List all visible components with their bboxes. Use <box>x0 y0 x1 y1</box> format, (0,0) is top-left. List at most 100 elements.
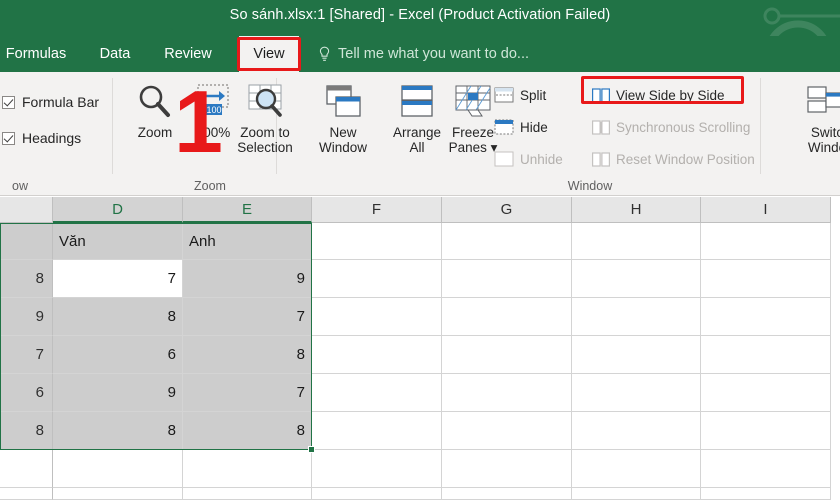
synchronous-scrolling-icon <box>592 119 610 135</box>
grid-cell-E[interactable]: Anh <box>183 223 312 260</box>
column-header-F[interactable]: F <box>312 197 442 223</box>
tab-review[interactable]: Review <box>156 36 220 72</box>
grid-cell[interactable] <box>442 450 572 488</box>
grid-cell[interactable] <box>312 260 442 298</box>
column-header-G[interactable]: G <box>442 197 572 223</box>
tab-view[interactable]: View <box>239 36 299 72</box>
switch-windows-icon <box>806 80 840 122</box>
zoom-to-selection-button-label-1: Zoom to <box>240 125 290 140</box>
grid-cell-D[interactable]: 8 <box>53 412 183 450</box>
checkbox-headings-box[interactable] <box>2 131 15 145</box>
checkbox-formula-bar-box[interactable] <box>2 95 15 109</box>
synchronous-scrolling-button[interactable]: Synchronous Scrolling <box>592 116 750 138</box>
grid-cell[interactable] <box>572 260 701 298</box>
grid-cell[interactable] <box>572 374 701 412</box>
grid-cell-E[interactable]: 9 <box>183 260 312 298</box>
group-label-zoom: Zoom <box>194 179 226 193</box>
title-bar: So sánh.xlsx:1 [Shared] - Excel (Product… <box>0 0 840 36</box>
split-button[interactable]: Split <box>494 84 546 106</box>
grid-cell[interactable] <box>701 336 831 374</box>
grid-cell[interactable] <box>572 223 701 260</box>
grid-cell[interactable] <box>442 298 572 336</box>
grid-cell-D[interactable]: 9 <box>53 374 183 412</box>
freeze-panes-icon <box>451 80 495 122</box>
view-side-by-side-button[interactable]: View Side by Side <box>592 84 725 106</box>
column-header-label: E <box>241 200 252 218</box>
row-header[interactable]: 6 <box>0 374 53 412</box>
row-header[interactable] <box>0 450 53 488</box>
grid-cell[interactable] <box>572 336 701 374</box>
grid-cell[interactable] <box>572 488 701 500</box>
grid-cell[interactable] <box>701 260 831 298</box>
grid-cell[interactable] <box>442 412 572 450</box>
grid-cell[interactable] <box>701 488 831 500</box>
row-header[interactable]: 8 <box>0 260 53 298</box>
row-header[interactable] <box>0 223 53 260</box>
tab-formulas[interactable]: Formulas <box>0 36 72 72</box>
grid-cell[interactable] <box>442 336 572 374</box>
excel-window: So sánh.xlsx:1 [Shared] - Excel (Product… <box>0 0 840 500</box>
grid-cell[interactable] <box>53 488 183 500</box>
grid-cell[interactable] <box>572 450 701 488</box>
grid-cell[interactable] <box>183 488 312 500</box>
grid-cell[interactable] <box>312 336 442 374</box>
grid-cell-E[interactable]: 7 <box>183 374 312 412</box>
grid-row: 987 <box>0 298 840 336</box>
row-header[interactable]: 8 <box>0 412 53 450</box>
grid-cell[interactable] <box>701 450 831 488</box>
grid-cell[interactable] <box>312 488 442 500</box>
grid-cell[interactable] <box>312 374 442 412</box>
grid-cell-D[interactable]: Văn <box>53 223 183 260</box>
grid-cell[interactable] <box>442 223 572 260</box>
grid-cell[interactable] <box>442 374 572 412</box>
zoom-to-selection-button-label-2: Selection <box>237 140 293 155</box>
zoom-to-selection-button[interactable]: Zoom to Selection <box>228 80 302 155</box>
grid-cell-D[interactable]: 8 <box>53 298 183 336</box>
new-window-button[interactable]: New Window <box>306 80 380 155</box>
unhide-button[interactable]: Unhide <box>494 148 563 170</box>
grid-cell[interactable] <box>572 412 701 450</box>
grid-cell[interactable] <box>701 298 831 336</box>
zoom-100-button-label: 100% <box>195 125 231 140</box>
hide-icon <box>494 119 514 135</box>
column-header-H[interactable]: H <box>572 197 701 223</box>
column-header-I[interactable]: I <box>701 197 831 223</box>
column-header-D[interactable]: D <box>53 197 183 223</box>
grid-cell-D[interactable]: 7 <box>53 260 183 298</box>
reset-window-position-button[interactable]: Reset Window Position <box>592 148 755 170</box>
grid-cell[interactable] <box>442 488 572 500</box>
grid-cell[interactable] <box>183 450 312 488</box>
spreadsheet-grid[interactable]: DEFGHI Văn Anh 8 7 9 9 8 7 7 6 8 6 9 7 8 8 8 <box>0 197 840 500</box>
tell-me-search[interactable]: Tell me what you want to do... <box>318 36 529 72</box>
grid-cell-E[interactable]: 7 <box>183 298 312 336</box>
tab-data[interactable]: Data <box>90 36 140 72</box>
checkbox-formula-bar[interactable]: Formula Bar <box>2 94 99 110</box>
row-header[interactable]: 9 <box>0 298 53 336</box>
grid-cell-E[interactable]: 8 <box>183 336 312 374</box>
grid-cell[interactable] <box>701 412 831 450</box>
synchronous-scrolling-button-label: Synchronous Scrolling <box>616 119 751 135</box>
grid-cell[interactable] <box>572 298 701 336</box>
tab-data-label: Data <box>99 46 131 62</box>
freeze-panes-button-label-2: Panes ▾ <box>448 140 498 155</box>
arrange-all-icon <box>396 80 438 122</box>
grid-cell[interactable] <box>312 223 442 260</box>
tab-review-label: Review <box>164 46 212 62</box>
grid-row: 888 <box>0 412 840 450</box>
grid-cell-D[interactable]: 6 <box>53 336 183 374</box>
grid-cell[interactable] <box>442 260 572 298</box>
grid-cell-E[interactable]: 8 <box>183 412 312 450</box>
column-header-label: I <box>763 201 768 218</box>
grid-cell[interactable] <box>53 450 183 488</box>
grid-cell[interactable] <box>312 298 442 336</box>
switch-windows-button[interactable]: Switc Windo <box>790 80 840 155</box>
row-header[interactable] <box>0 488 53 500</box>
column-header-E[interactable]: E <box>183 197 312 223</box>
grid-cell[interactable] <box>701 223 831 260</box>
grid-cell[interactable] <box>312 412 442 450</box>
checkbox-headings[interactable]: Headings <box>2 130 81 146</box>
row-header[interactable]: 7 <box>0 336 53 374</box>
grid-cell[interactable] <box>701 374 831 412</box>
grid-cell[interactable] <box>312 450 442 488</box>
hide-button[interactable]: Hide <box>494 116 548 138</box>
